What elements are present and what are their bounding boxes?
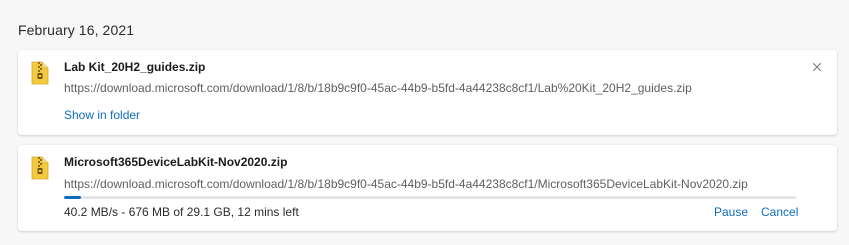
file-url: https://download.microsoft.com/download/… bbox=[64, 81, 692, 95]
zip-folder-icon bbox=[31, 61, 49, 85]
file-name[interactable]: Microsoft365DeviceLabKit-Nov2020.zip bbox=[64, 155, 287, 169]
download-progress-fill bbox=[64, 196, 81, 199]
download-status: 40.2 MB/s - 676 MB of 29.1 GB, 12 mins l… bbox=[64, 205, 299, 219]
file-name[interactable]: Lab Kit_20H2_guides.zip bbox=[64, 60, 205, 74]
close-icon[interactable] bbox=[811, 61, 823, 73]
date-header: February 16, 2021 bbox=[18, 22, 135, 38]
download-progress-bar bbox=[64, 196, 796, 199]
pause-button[interactable]: Pause bbox=[714, 205, 748, 219]
show-in-folder-link[interactable]: Show in folder bbox=[64, 108, 140, 122]
download-item-in-progress: Microsoft365DeviceLabKit-Nov2020.zip htt… bbox=[18, 145, 837, 231]
cancel-button[interactable]: Cancel bbox=[761, 205, 798, 219]
file-url: https://download.microsoft.com/download/… bbox=[64, 177, 748, 191]
zip-folder-icon bbox=[31, 156, 49, 180]
download-item-completed: Lab Kit_20H2_guides.zip https://download… bbox=[18, 50, 837, 135]
